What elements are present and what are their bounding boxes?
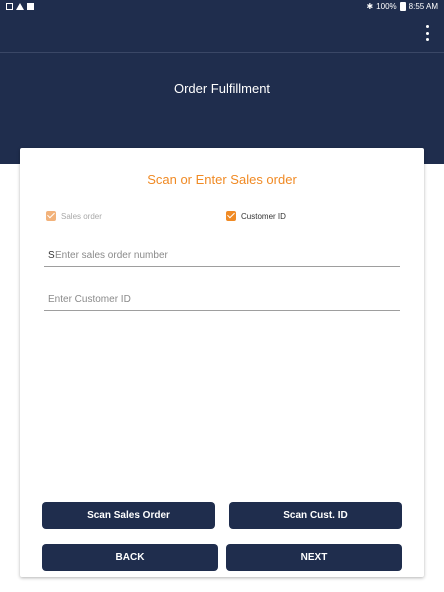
bluetooth-icon: ✱ [366,2,374,11]
order-card: Scan or Enter Sales order Sales order Cu… [20,148,424,577]
system-status: ✱ 100% 8:55 AM [366,2,438,11]
notification-icons [6,3,34,10]
battery-icon [399,2,406,11]
battery-level: 100% [376,2,397,11]
page-title: Order Fulfillment [173,81,271,96]
doc-icon [27,3,34,10]
scan-cust-id-button[interactable]: Scan Cust. ID [229,502,402,529]
back-button[interactable]: BACK [42,544,218,571]
mail-icon [6,3,13,10]
checkbox-checked-icon [46,211,56,221]
customer-id-input-placeholder: Enter Customer ID [48,294,131,305]
sales-order-checkbox[interactable]: Sales order [46,211,102,221]
customer-id-checkbox-label: Customer ID [241,211,286,221]
card-title: Scan or Enter Sales order [147,172,297,187]
scan-sales-order-button[interactable]: Scan Sales Order [42,502,215,529]
sales-order-input-value: S [48,250,55,261]
alert-icon [16,3,24,10]
sales-order-input[interactable]: S Enter sales order number [44,245,400,267]
status-bar: ✱ 100% 8:55 AM [0,0,444,15]
app-bar [0,15,444,52]
customer-id-input[interactable]: Enter Customer ID [44,289,400,311]
checkbox-checked-icon [226,211,236,221]
sales-order-input-placeholder: Enter sales order number [55,250,168,261]
more-vert-icon[interactable] [424,25,430,41]
sales-order-checkbox-label: Sales order [61,211,102,221]
next-button[interactable]: NEXT [226,544,402,571]
customer-id-checkbox[interactable]: Customer ID [226,211,286,221]
clock: 8:55 AM [408,2,438,11]
